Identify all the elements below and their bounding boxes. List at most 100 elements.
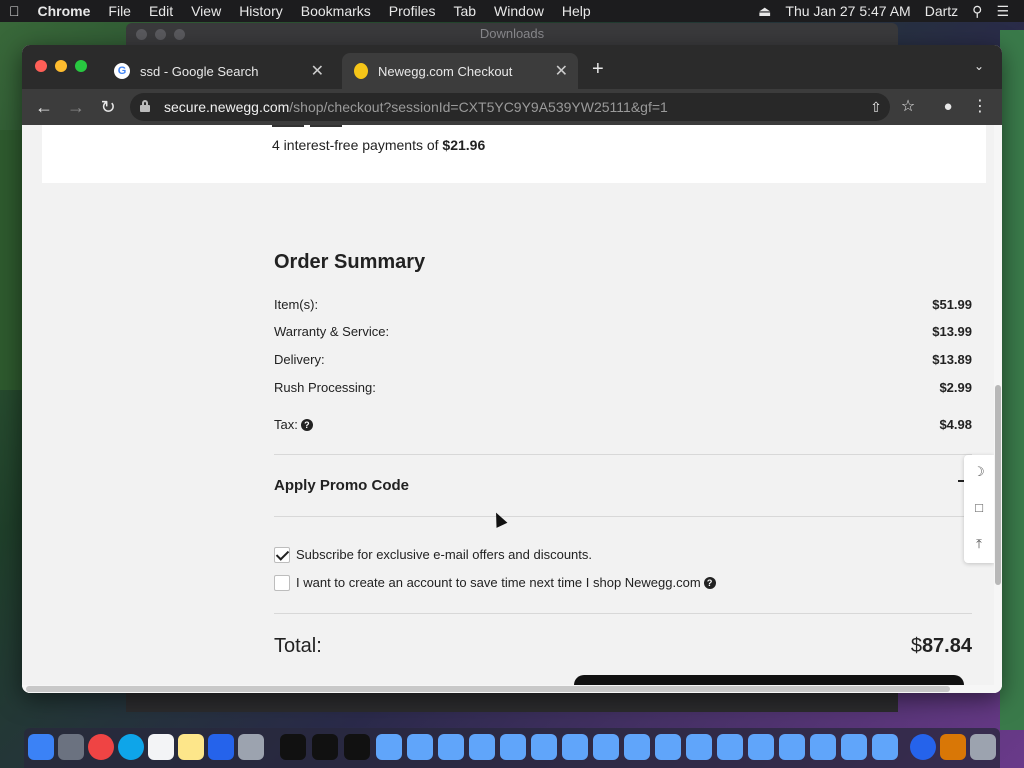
- system-preferences-icon[interactable]: [238, 734, 264, 760]
- vertical-scroll-thumb[interactable]: [995, 385, 1001, 585]
- tab-search-chevron-icon[interactable]: ⌄: [974, 59, 984, 73]
- apple-menu-icon[interactable]: : [0, 0, 29, 22]
- share-icon[interactable]: ⇧: [864, 95, 888, 119]
- macos-dock: [24, 728, 1000, 768]
- row-label: Warranty & Service:: [274, 324, 390, 339]
- menu-tab[interactable]: Tab: [444, 0, 485, 22]
- divider: [274, 613, 972, 614]
- new-tab-button[interactable]: +: [592, 58, 604, 81]
- archive-utility-icon[interactable]: [940, 734, 966, 760]
- tab-title: Newegg.com Checkout: [378, 63, 513, 79]
- tab-strip: G ssd - Google Search ✕ Newegg.com Check…: [22, 45, 1002, 89]
- eject-icon[interactable]: ⏏: [751, 0, 778, 22]
- calendar-icon[interactable]: [148, 734, 174, 760]
- terminal-window-icon[interactable]: [312, 734, 338, 760]
- minimize-window-button[interactable]: [55, 60, 67, 72]
- profile-avatar-icon[interactable]: ●: [936, 95, 960, 119]
- browser-toolbar: ← → ↻ secure.newegg.com/shop/checkout?se…: [22, 89, 1002, 125]
- installer-package-icon[interactable]: [469, 734, 495, 760]
- summary-row-tax: Tax:? $4.98: [274, 417, 972, 432]
- menu-edit[interactable]: Edit: [140, 0, 182, 22]
- menu-view[interactable]: View: [182, 0, 230, 22]
- menu-app-name[interactable]: Chrome: [29, 0, 100, 22]
- order-summary-title: Order Summary: [274, 251, 426, 273]
- background-downloads-window[interactable]: Downloads: [126, 23, 898, 45]
- installer-package-icon[interactable]: [748, 734, 774, 760]
- lock-icon[interactable]: [140, 100, 150, 112]
- tab-newegg-checkout[interactable]: Newegg.com Checkout ✕: [342, 53, 578, 89]
- menu-help[interactable]: Help: [553, 0, 600, 22]
- chrome-menu-icon[interactable]: ⋮: [968, 95, 992, 119]
- subscribe-label[interactable]: Subscribe for exclusive e-mail offers an…: [296, 547, 592, 562]
- terminal-icon[interactable]: [280, 734, 306, 760]
- safari-icon[interactable]: [118, 734, 144, 760]
- row-amount: $2.99: [939, 380, 972, 395]
- total-label: Total:: [274, 635, 322, 657]
- address-bar[interactable]: secure.newegg.com/shop/checkout?sessionI…: [130, 93, 890, 121]
- trash-icon[interactable]: [970, 734, 996, 760]
- installer-package-icon[interactable]: [531, 734, 557, 760]
- place-order-button-edge[interactable]: [574, 675, 964, 685]
- reload-button[interactable]: ↻: [96, 95, 120, 119]
- feedback-icon[interactable]: □: [964, 491, 994, 525]
- create-account-checkbox[interactable]: [274, 575, 290, 591]
- horizontal-scrollbar[interactable]: [22, 685, 1002, 693]
- installer-package-icon[interactable]: [810, 734, 836, 760]
- spotlight-search-icon[interactable]: ⚲: [965, 0, 989, 22]
- row-amount: $13.89: [932, 352, 972, 367]
- installer-package-icon[interactable]: [655, 734, 681, 760]
- installer-package-icon[interactable]: [500, 734, 526, 760]
- row-label: Rush Processing:: [274, 380, 376, 395]
- notes-icon[interactable]: [178, 734, 204, 760]
- terminal-window-icon[interactable]: [344, 734, 370, 760]
- google-favicon-icon: G: [114, 63, 130, 79]
- macos-menu-bar:  Chrome File Edit View History Bookmark…: [0, 0, 1024, 22]
- create-account-label[interactable]: I want to create an account to save time…: [296, 575, 716, 590]
- close-tab-icon[interactable]: ✕: [555, 61, 568, 81]
- bookmark-star-icon[interactable]: ☆: [896, 95, 920, 119]
- tab-google-search[interactable]: G ssd - Google Search ✕: [102, 53, 334, 89]
- menu-file[interactable]: File: [99, 0, 140, 22]
- back-button[interactable]: ←: [32, 95, 56, 119]
- vertical-scrollbar[interactable]: [994, 125, 1002, 685]
- installer-package-icon[interactable]: [872, 734, 898, 760]
- apply-promo-code-toggle[interactable]: Apply Promo Code: [274, 477, 409, 494]
- installer-package-icon[interactable]: [624, 734, 650, 760]
- forward-button[interactable]: →: [64, 95, 88, 119]
- finder-icon[interactable]: [28, 734, 54, 760]
- chrome-window: G ssd - Google Search ✕ Newegg.com Check…: [22, 45, 1002, 693]
- create-account-text: I want to create an account to save time…: [296, 575, 701, 590]
- app-store-download-icon[interactable]: [910, 734, 936, 760]
- menu-history[interactable]: History: [230, 0, 292, 22]
- installer-package-icon[interactable]: [717, 734, 743, 760]
- installer-package-icon[interactable]: [562, 734, 588, 760]
- installer-package-icon[interactable]: [438, 734, 464, 760]
- installer-package-icon[interactable]: [779, 734, 805, 760]
- background-window-title: Downloads: [479, 26, 545, 41]
- app-store-icon[interactable]: [208, 734, 234, 760]
- menu-window[interactable]: Window: [485, 0, 553, 22]
- subscribe-checkbox[interactable]: [274, 547, 290, 563]
- chrome-icon[interactable]: [88, 734, 114, 760]
- installer-package-icon[interactable]: [841, 734, 867, 760]
- back-to-top-icon[interactable]: ⤒: [964, 527, 994, 561]
- moon-icon[interactable]: ☽: [964, 455, 994, 489]
- tax-help-icon[interactable]: ?: [300, 419, 313, 431]
- close-tab-icon[interactable]: ✕: [311, 61, 324, 81]
- menu-user[interactable]: Dartz: [918, 0, 965, 22]
- installer-package-icon[interactable]: [593, 734, 619, 760]
- menu-clock[interactable]: Thu Jan 27 5:47 AM: [778, 0, 917, 22]
- control-center-icon[interactable]: ☰: [989, 0, 1016, 22]
- menu-profiles[interactable]: Profiles: [380, 0, 445, 22]
- payment-option-card: [42, 125, 986, 183]
- close-window-button[interactable]: [35, 60, 47, 72]
- launchpad-icon[interactable]: [58, 734, 84, 760]
- summary-row-items: Item(s): $51.99: [274, 297, 972, 312]
- horizontal-scroll-thumb[interactable]: [26, 686, 950, 692]
- zoom-window-button[interactable]: [75, 60, 87, 72]
- menu-bookmarks[interactable]: Bookmarks: [292, 0, 380, 22]
- account-help-icon[interactable]: ?: [703, 577, 716, 589]
- installer-package-icon[interactable]: [686, 734, 712, 760]
- installer-package-icon[interactable]: [376, 734, 402, 760]
- installer-package-icon[interactable]: [407, 734, 433, 760]
